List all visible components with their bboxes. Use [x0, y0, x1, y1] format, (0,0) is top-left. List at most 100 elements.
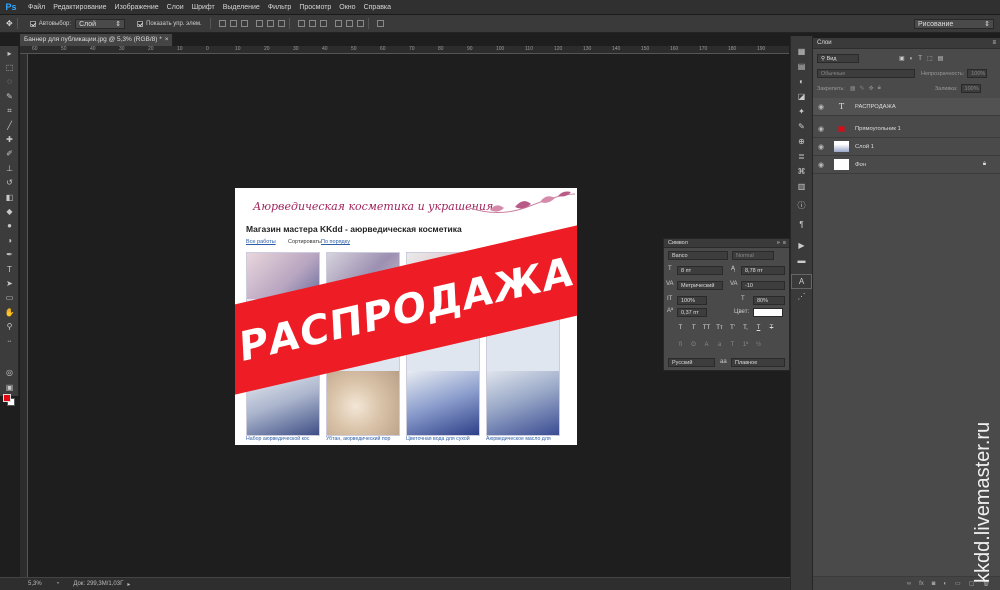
close-icon[interactable]: ×	[165, 36, 169, 43]
quick-select-tool-icon[interactable]: ✎	[0, 89, 19, 103]
lasso-tool-icon[interactable]: ◌	[0, 75, 19, 89]
notes-panel-icon[interactable]: ▬	[791, 253, 812, 268]
lock-all-icon[interactable]: 🔒︎	[878, 85, 881, 92]
show-controls-checkbox[interactable]	[137, 20, 144, 27]
align-center-icon[interactable]	[266, 20, 274, 27]
menu-select[interactable]: Выделение	[219, 4, 264, 11]
layer-row-sale-text[interactable]: ◉ T РАСПРОДАЖА	[813, 98, 1000, 116]
sort-order-link[interactable]: По порядку	[321, 239, 350, 245]
actions-panel-icon[interactable]: ▶	[791, 238, 812, 253]
all-caps-button[interactable]: TT	[702, 324, 711, 333]
menu-window[interactable]: Окно	[335, 4, 359, 11]
layer-comps-icon[interactable]: ▥	[791, 179, 812, 194]
workspace-dropdown[interactable]: Рисование ⇕	[914, 18, 994, 29]
paint-bucket-icon[interactable]: ◆	[0, 204, 19, 218]
menu-help[interactable]: Справка	[360, 4, 395, 11]
menu-file[interactable]: Файл	[24, 4, 49, 11]
visibility-eye-icon[interactable]: ◉	[818, 161, 827, 169]
pen-tool-icon[interactable]: ✒	[0, 247, 19, 261]
layer-mask-icon[interactable]: ◙	[932, 581, 936, 587]
superscript-button[interactable]: T'	[728, 324, 737, 333]
layer-row-rectangle[interactable]: ◉ ▣ Прямоугольник 1	[813, 120, 1000, 138]
panel-menu-icon[interactable]: ≡	[992, 40, 996, 46]
distribute-left-icon[interactable]	[334, 20, 342, 27]
collapse-icon[interactable]: »	[777, 240, 780, 246]
quick-mask-icon[interactable]: ◎	[0, 365, 19, 379]
rectangle-tool-icon[interactable]: ▭	[0, 291, 19, 305]
product-caption[interactable]: Цветочная вода для сухой	[406, 436, 482, 442]
distribute-right-icon[interactable]	[356, 20, 364, 27]
move-tool-icon[interactable]: ▸	[0, 46, 19, 60]
distribute-middle-icon[interactable]	[308, 20, 316, 27]
visibility-eye-icon[interactable]: ◉	[818, 143, 827, 151]
eraser-tool-icon[interactable]: ◧	[0, 190, 19, 204]
history-panel-icon[interactable]: ▦	[791, 44, 812, 59]
color-panel-icon[interactable]: ◐	[791, 74, 812, 89]
layer-filter-select[interactable]: ⚲ Вид	[817, 54, 859, 63]
product-caption[interactable]: Убтан, аюрведический пор	[326, 436, 402, 442]
all-works-link[interactable]: Все работы	[246, 239, 276, 245]
history-brush-icon[interactable]: ↺	[0, 176, 19, 190]
eyedropper-tool-icon[interactable]: ╱	[0, 118, 19, 132]
product-caption[interactable]: Набор аюрведической кос	[246, 436, 322, 442]
stamp-tool-icon[interactable]: ⊥	[0, 161, 19, 175]
menu-type[interactable]: Шрифт	[188, 4, 219, 11]
filter-type-icon[interactable]: T	[918, 56, 922, 62]
layer-row-background[interactable]: ◉ Фон 🔒︎	[813, 156, 1000, 174]
character-panel-icon[interactable]: A	[791, 274, 812, 289]
status-arrow-icon[interactable]: ▸	[127, 581, 130, 588]
menu-image[interactable]: Изображение	[111, 4, 163, 11]
document-tab[interactable]: Баннер для публикации.jpg @ 5,3% (RGB/8)…	[20, 34, 173, 46]
zoom-tool-icon[interactable]: ⚲	[0, 319, 19, 333]
brush-tool-icon[interactable]: ✐	[0, 147, 19, 161]
kerning-field[interactable]: Метрический	[677, 281, 723, 290]
fractions-icon[interactable]: ½	[754, 341, 763, 350]
align-right-icon[interactable]	[277, 20, 285, 27]
layer-row-layer1[interactable]: ◉ Слой 1	[813, 138, 1000, 156]
hand-tool-icon[interactable]: ✋	[0, 305, 19, 319]
ordinals-icon[interactable]: 1ª	[741, 341, 750, 350]
subscript-button[interactable]: T,	[741, 324, 750, 333]
horizontal-scale-field[interactable]: 80%	[753, 296, 785, 305]
brushes-panel-icon[interactable]: ✎	[791, 119, 812, 134]
filter-shape-icon[interactable]: ⬚	[927, 55, 933, 62]
character-panel-title[interactable]: Символ	[668, 240, 688, 246]
paragraph-panel-icon[interactable]: ¶	[791, 217, 812, 232]
stylistic-alt-icon[interactable]: a	[715, 341, 724, 350]
blur-tool-icon[interactable]: ●	[0, 219, 19, 233]
swatches-panel-icon[interactable]: ▤	[791, 59, 812, 74]
vertical-scale-field[interactable]: 100%	[677, 296, 707, 305]
antialias-select[interactable]: Плавное	[731, 358, 785, 367]
share-icon[interactable]: ◔	[56, 581, 60, 587]
menu-view[interactable]: Просмотр	[295, 4, 335, 11]
font-style-select[interactable]: Normal	[732, 251, 774, 260]
distribute-center-icon[interactable]	[345, 20, 353, 27]
healing-brush-icon[interactable]: ✚	[0, 132, 19, 146]
align-left-icon[interactable]	[255, 20, 263, 27]
ligature-icon[interactable]: fi	[676, 341, 685, 350]
autoselect-checkbox[interactable]	[29, 20, 36, 27]
filter-adjust-icon[interactable]: ◐	[910, 56, 914, 62]
autoselect-dropdown[interactable]: Слой ⇕	[75, 18, 126, 29]
screen-mode-icon[interactable]: ▣	[0, 380, 19, 394]
opacity-field[interactable]: 100%	[967, 69, 988, 78]
underline-button[interactable]: T	[754, 324, 763, 333]
path-select-icon[interactable]: ➤	[0, 276, 19, 290]
text-color-swatch[interactable]	[753, 308, 783, 317]
lock-pixels-icon[interactable]: ✎	[860, 85, 865, 92]
panel-menu-icon[interactable]: ≡	[783, 240, 786, 246]
fill-field[interactable]: 100%	[960, 84, 981, 93]
document-canvas[interactable]: Аюрведическая косметика и украшения Мага…	[235, 188, 577, 445]
channels-panel-icon[interactable]: ≣	[791, 149, 812, 164]
lock-position-icon[interactable]: ✥	[869, 85, 874, 92]
adjustments-panel-icon[interactable]: ◪	[791, 89, 812, 104]
visibility-eye-icon[interactable]: ◉	[818, 125, 827, 133]
strikethrough-button[interactable]: T	[767, 324, 776, 333]
lock-transparency-icon[interactable]: ▦	[850, 85, 856, 92]
foreground-color-swatch[interactable]	[3, 394, 11, 402]
faux-italic-button[interactable]: T	[689, 324, 698, 333]
paths-panel-icon[interactable]: ⌘	[791, 164, 812, 179]
menu-filter[interactable]: Фильтр	[264, 4, 296, 11]
font-size-field[interactable]: 8 пт	[677, 266, 723, 275]
clone-source-icon[interactable]: ⊕	[791, 134, 812, 149]
